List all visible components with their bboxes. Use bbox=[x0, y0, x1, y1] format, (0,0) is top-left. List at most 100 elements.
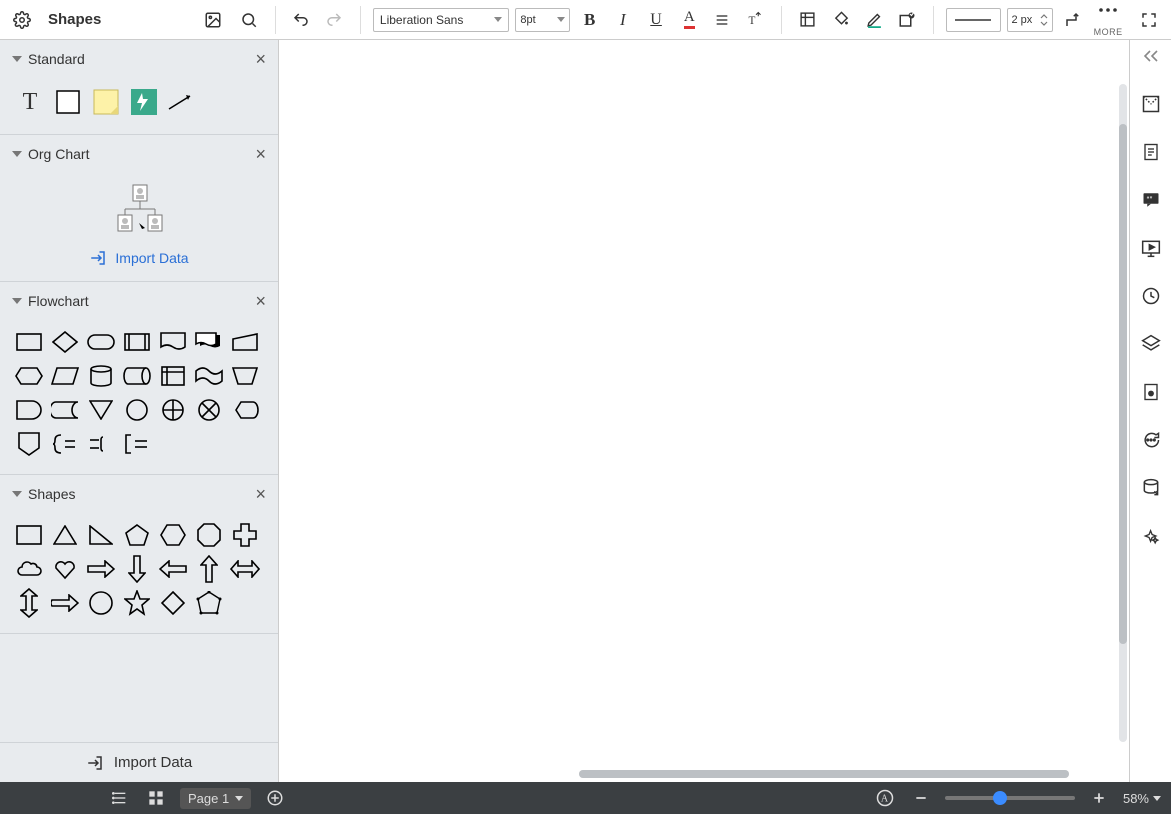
image-icon[interactable] bbox=[199, 6, 227, 34]
import-data-link[interactable]: Import Data bbox=[0, 243, 278, 281]
container-button[interactable] bbox=[794, 6, 821, 34]
gear-icon[interactable] bbox=[8, 6, 36, 34]
shape-style-button[interactable] bbox=[894, 6, 921, 34]
zoom-slider-knob[interactable] bbox=[993, 791, 1007, 805]
redo-icon[interactable] bbox=[321, 6, 348, 34]
more-button[interactable]: MORE bbox=[1093, 11, 1124, 29]
section-header-orgchart[interactable]: Org Chart × bbox=[0, 135, 278, 173]
flowchart-summing[interactable] bbox=[194, 396, 224, 424]
shape-rectangle[interactable] bbox=[52, 86, 84, 118]
shape-polygon[interactable] bbox=[194, 589, 224, 617]
layers-icon[interactable] bbox=[1137, 330, 1165, 358]
scrollbar-horizontal[interactable] bbox=[579, 770, 1069, 778]
shape-star[interactable] bbox=[122, 589, 152, 617]
line-style-select[interactable] bbox=[946, 8, 1000, 32]
flowchart-delay[interactable] bbox=[14, 396, 44, 424]
outline-view-icon[interactable] bbox=[108, 786, 132, 810]
navigator-icon[interactable] bbox=[1137, 90, 1165, 118]
fill-color-button[interactable] bbox=[827, 6, 854, 34]
flowchart-direct-data[interactable] bbox=[122, 362, 152, 390]
collapse-rail-icon[interactable] bbox=[1137, 46, 1165, 66]
shape-arrow-right[interactable] bbox=[86, 555, 116, 583]
section-header-standard[interactable]: Standard × bbox=[0, 40, 278, 78]
line-width-select[interactable]: 2 px bbox=[1007, 8, 1054, 32]
shape-pentagon[interactable] bbox=[122, 521, 152, 549]
scrollbar-thumb[interactable] bbox=[1119, 124, 1127, 644]
undo-icon[interactable] bbox=[288, 6, 315, 34]
actions-icon[interactable] bbox=[1137, 522, 1165, 550]
zoom-out-icon[interactable] bbox=[909, 786, 933, 810]
data-linking-icon[interactable] bbox=[1137, 474, 1165, 502]
font-family-select[interactable]: Liberation Sans bbox=[373, 8, 509, 32]
flowchart-terminator[interactable] bbox=[86, 328, 116, 356]
flowchart-internal-storage[interactable] bbox=[158, 362, 188, 390]
close-icon[interactable]: × bbox=[255, 485, 266, 503]
scrollbar-thumb[interactable] bbox=[579, 770, 1069, 778]
flowchart-offpage[interactable] bbox=[14, 430, 44, 458]
scrollbar-vertical[interactable] bbox=[1119, 84, 1127, 742]
shape-rounded-arrow[interactable] bbox=[50, 589, 80, 617]
border-color-button[interactable] bbox=[861, 6, 888, 34]
shape-right-triangle[interactable] bbox=[86, 521, 116, 549]
shape-hexagon[interactable] bbox=[158, 521, 188, 549]
context-panel-icon[interactable] bbox=[1137, 138, 1165, 166]
shape-heart[interactable] bbox=[50, 555, 80, 583]
history-icon[interactable] bbox=[1137, 282, 1165, 310]
shape-octagon[interactable] bbox=[194, 521, 224, 549]
flowchart-document[interactable] bbox=[158, 328, 188, 356]
shape-circle[interactable] bbox=[86, 589, 116, 617]
flowchart-manual-input[interactable] bbox=[230, 328, 260, 356]
shape-cloud[interactable] bbox=[14, 555, 44, 583]
flowchart-note-lines[interactable] bbox=[86, 430, 116, 458]
flowchart-multidocument[interactable] bbox=[194, 328, 224, 356]
text-color-button[interactable]: A bbox=[676, 6, 703, 34]
flowchart-stored-data[interactable] bbox=[50, 396, 80, 424]
flowchart-database[interactable] bbox=[86, 362, 116, 390]
shape-orgchart[interactable] bbox=[111, 181, 167, 237]
grid-view-icon[interactable] bbox=[144, 786, 168, 810]
fullscreen-icon[interactable] bbox=[1136, 6, 1163, 34]
zoom-level-select[interactable]: 58% bbox=[1123, 791, 1161, 806]
shape-rectangle[interactable] bbox=[14, 521, 44, 549]
shape-hotspot[interactable] bbox=[128, 86, 160, 118]
flowchart-process[interactable] bbox=[14, 328, 44, 356]
flowchart-predefined[interactable] bbox=[122, 328, 152, 356]
canvas[interactable] bbox=[279, 40, 1129, 782]
add-page-icon[interactable] bbox=[263, 786, 287, 810]
comments-icon[interactable]: “” bbox=[1137, 186, 1165, 214]
flowchart-paper-tape[interactable] bbox=[194, 362, 224, 390]
flowchart-or[interactable] bbox=[158, 396, 188, 424]
spellcheck-icon[interactable]: A bbox=[873, 786, 897, 810]
flowchart-preparation[interactable] bbox=[14, 362, 44, 390]
flowchart-manual-operation[interactable] bbox=[230, 362, 260, 390]
flowchart-merge[interactable] bbox=[86, 396, 116, 424]
flowchart-decision[interactable] bbox=[50, 328, 80, 356]
section-header-shapes[interactable]: Shapes × bbox=[0, 475, 278, 513]
chat-icon[interactable] bbox=[1137, 426, 1165, 454]
close-icon[interactable]: × bbox=[255, 145, 266, 163]
font-size-select[interactable]: 8pt bbox=[515, 8, 570, 32]
shape-arrow-left[interactable] bbox=[158, 555, 188, 583]
shape-diamond[interactable] bbox=[158, 589, 188, 617]
shape-triangle[interactable] bbox=[50, 521, 80, 549]
page-settings-icon[interactable] bbox=[1137, 378, 1165, 406]
shape-arrow-up[interactable] bbox=[194, 555, 224, 583]
section-header-flowchart[interactable]: Flowchart × bbox=[0, 282, 278, 320]
shape-arrow-leftright[interactable] bbox=[230, 555, 260, 583]
line-routing-button[interactable] bbox=[1059, 6, 1086, 34]
zoom-in-icon[interactable] bbox=[1087, 786, 1111, 810]
shape-cross[interactable] bbox=[230, 521, 260, 549]
import-data-bar[interactable]: Import Data bbox=[0, 742, 278, 782]
flowchart-bracket-note[interactable] bbox=[122, 430, 152, 458]
shape-text[interactable]: T bbox=[14, 86, 46, 118]
shape-arrow-line[interactable] bbox=[166, 86, 198, 118]
zoom-slider[interactable] bbox=[945, 796, 1075, 800]
close-icon[interactable]: × bbox=[255, 292, 266, 310]
close-icon[interactable]: × bbox=[255, 50, 266, 68]
align-button[interactable] bbox=[709, 6, 736, 34]
underline-button[interactable]: U bbox=[642, 6, 669, 34]
shape-arrow-updown[interactable] bbox=[14, 589, 44, 617]
present-icon[interactable] bbox=[1137, 234, 1165, 262]
flowchart-brace-note[interactable] bbox=[50, 430, 80, 458]
flowchart-display[interactable] bbox=[230, 396, 260, 424]
